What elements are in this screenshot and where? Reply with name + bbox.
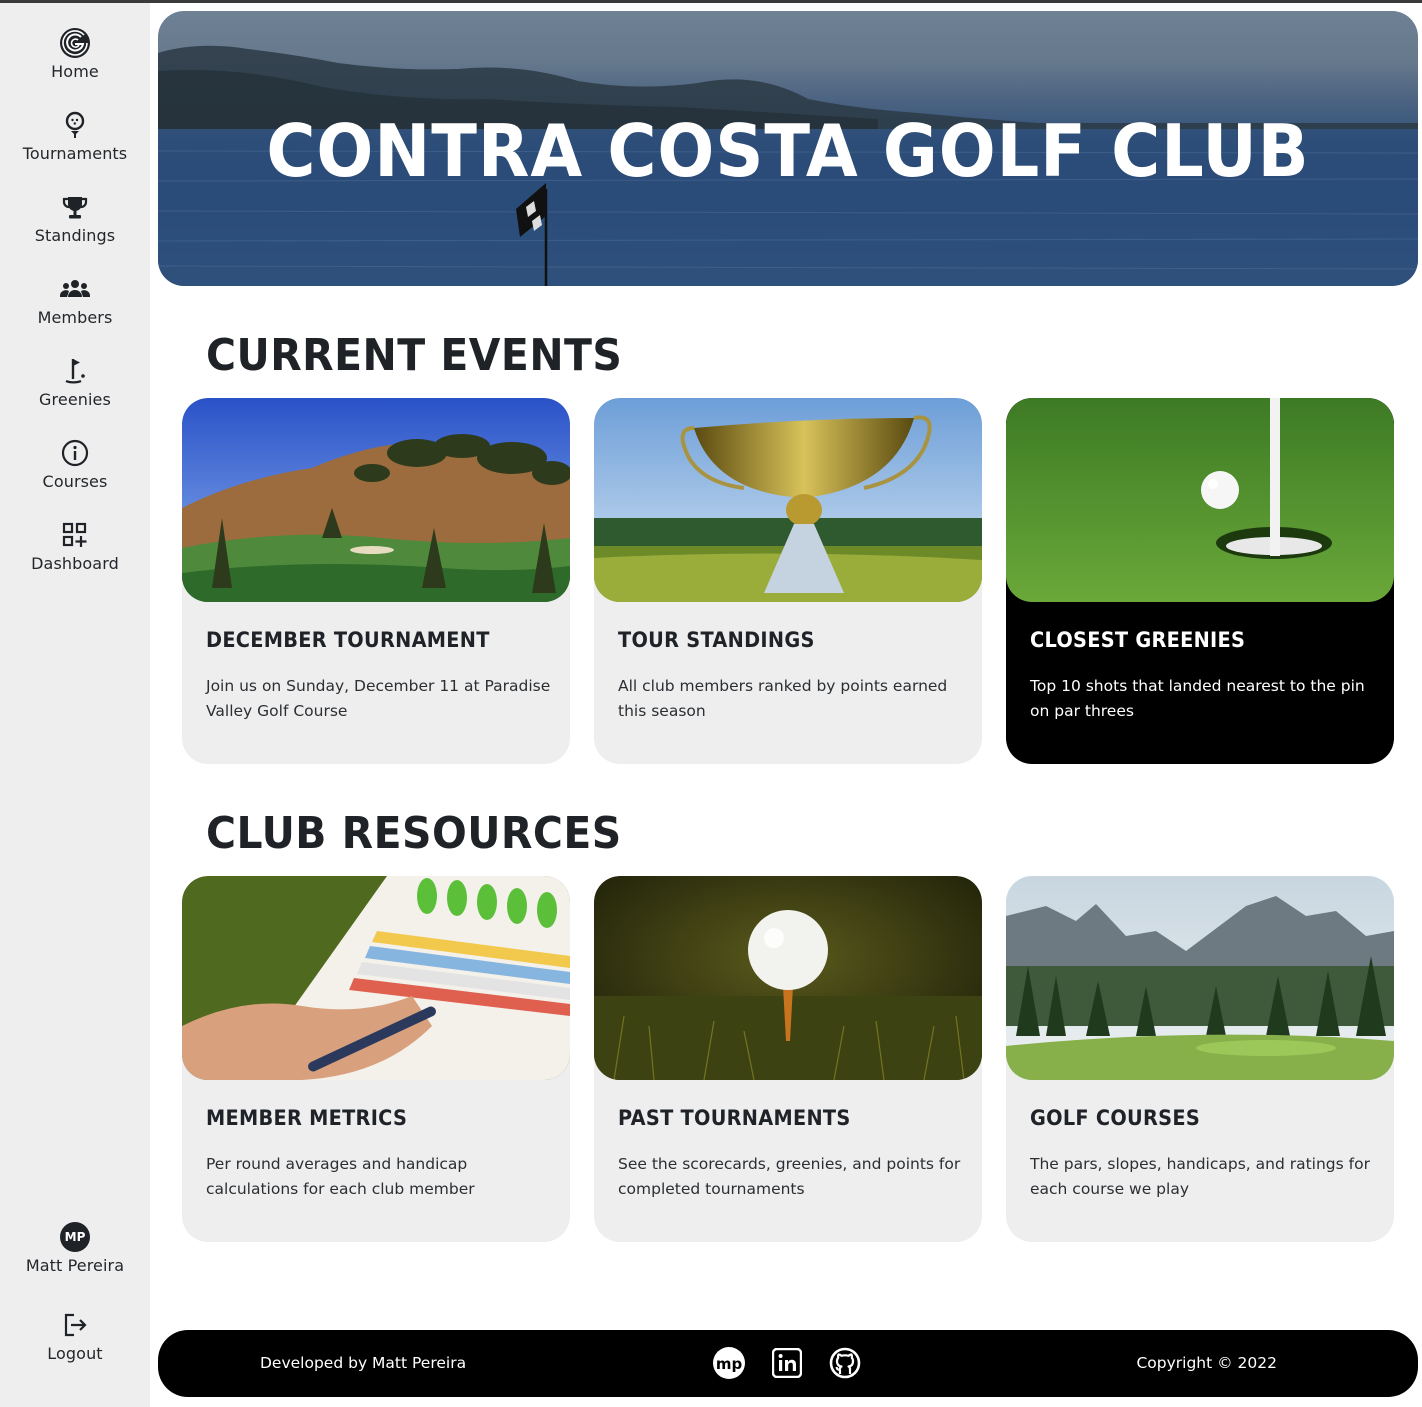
copyright: Copyright © 2022 (1136, 1354, 1277, 1372)
sidebar: Home Tournaments Standings Members Green… (0, 3, 150, 1407)
top-border (0, 0, 1422, 3)
card-tour-standings[interactable]: TOUR STANDINGS All club members ranked b… (594, 398, 982, 764)
hero-title: CONTRA COSTA GOLF CLUB (266, 109, 1310, 193)
golf-tee-icon (59, 109, 91, 141)
card-closest-greenies[interactable]: CLOSEST GREENIES Top 10 shots that lande… (1006, 398, 1394, 764)
card-image-ball-near-cup (1006, 398, 1394, 602)
nav-label: Dashboard (31, 554, 119, 573)
nav-label: Tournaments (22, 144, 128, 163)
avatar-initials: MP (60, 1222, 90, 1252)
footer: Developed by Matt Pereira mp Copyright ©… (158, 1330, 1418, 1397)
avatar: MP (59, 1221, 91, 1253)
card-title: TOUR STANDINGS (618, 628, 815, 652)
card-image-trophy (594, 398, 982, 602)
nav-courses[interactable]: Courses (0, 437, 150, 509)
user-name: Matt Pereira (25, 1256, 125, 1275)
card-image-golf-course-hills (182, 398, 570, 602)
section-title-club-resources: CLUB RESOURCES (206, 808, 622, 859)
card-member-metrics[interactable]: MEMBER METRICS Per round averages and ha… (182, 876, 570, 1242)
flag-hole-icon (59, 355, 91, 387)
home-logo-icon (59, 27, 91, 59)
card-golf-courses[interactable]: GOLF COURSES The pars, slopes, handicaps… (1006, 876, 1394, 1242)
logout-icon (59, 1309, 91, 1341)
nav-label: Members (37, 308, 113, 327)
svg-text:mp: mp (716, 1355, 743, 1373)
nav-members[interactable]: Members (0, 273, 150, 345)
nav-tournaments[interactable]: Tournaments (0, 109, 150, 181)
nav-label: Greenies (39, 390, 111, 409)
card-past-tournaments[interactable]: PAST TOURNAMENTS See the scorecards, gre… (594, 876, 982, 1242)
nav-label: Home (51, 62, 99, 81)
dashboard-icon (59, 519, 91, 551)
user-profile[interactable]: MP Matt Pereira (0, 1221, 150, 1293)
nav-greenies[interactable]: Greenies (0, 355, 150, 427)
logout-button[interactable]: Logout (0, 1309, 150, 1381)
nav-home[interactable]: Home (0, 27, 150, 99)
nav-dashboard[interactable]: Dashboard (0, 519, 150, 591)
card-title: CLOSEST GREENIES (1030, 628, 1246, 652)
card-description: All club members ranked by points earned… (618, 677, 948, 720)
card-title: MEMBER METRICS (206, 1106, 408, 1130)
people-icon (59, 273, 91, 305)
card-image-scorecard (182, 876, 570, 1080)
nav-label: Courses (42, 472, 108, 491)
card-description: See the scorecards, greenies, and points… (618, 1155, 961, 1198)
developer-credit: Developed by Matt Pereira (260, 1354, 467, 1372)
card-description: Top 10 shots that landed nearest to the … (1030, 677, 1365, 720)
nav-standings[interactable]: Standings (0, 191, 150, 263)
card-image-mountain-course (1006, 876, 1394, 1080)
card-title: PAST TOURNAMENTS (618, 1106, 851, 1130)
hero-banner: CONTRA COSTA GOLF CLUB (158, 11, 1418, 286)
trophy-icon (59, 191, 91, 223)
card-description: Per round averages and handicap calculat… (206, 1155, 475, 1198)
card-description: Join us on Sunday, December 11 at Paradi… (206, 677, 551, 720)
mp-logo-icon[interactable]: mp (712, 1346, 746, 1380)
card-december-tournament[interactable]: DECEMBER TOURNAMENT Join us on Sunday, D… (182, 398, 570, 764)
linkedin-icon[interactable] (770, 1346, 804, 1380)
info-icon (59, 437, 91, 469)
card-title: GOLF COURSES (1030, 1106, 1201, 1130)
section-title-current-events: CURRENT EVENTS (206, 330, 623, 381)
nav-label: Standings (34, 226, 116, 245)
card-image-ball-on-tee (594, 876, 982, 1080)
card-title: DECEMBER TOURNAMENT (206, 628, 490, 652)
logout-label: Logout (47, 1344, 103, 1363)
card-description: The pars, slopes, handicaps, and ratings… (1030, 1155, 1370, 1198)
github-icon[interactable] (828, 1346, 862, 1380)
